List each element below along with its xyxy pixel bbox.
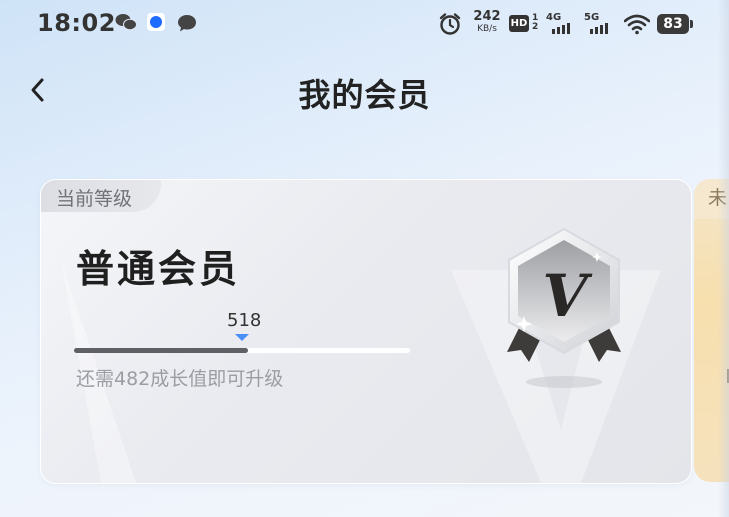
signal-4g-icon: 4G	[546, 12, 580, 36]
sim-slot-label: 12	[532, 13, 539, 32]
growth-progress-bar	[74, 348, 410, 353]
level-name: 普通会员	[76, 247, 241, 291]
edge-shade	[718, 0, 729, 517]
chat-icon	[178, 15, 196, 32]
network-speed: 242 KB/s	[470, 9, 504, 35]
network-speed-unit: KB/s	[477, 24, 497, 34]
wechat-icon	[115, 14, 137, 31]
growth-progress-fill	[74, 348, 249, 353]
status-time: 18:02	[37, 9, 116, 37]
hd-icon: HD 12	[509, 13, 541, 35]
current-level-card[interactable]: 当前等级 普通会员 518 还需482成长值即可升级 V	[40, 179, 692, 484]
app-icon	[147, 13, 165, 31]
wifi-icon	[624, 14, 650, 35]
level-tab-label: 当前等级	[56, 188, 133, 210]
member-badge-icon: V	[507, 227, 621, 388]
signal-4g-label: 4G	[546, 12, 562, 23]
status-bar: 18:02 242 KB/s HD 12 4G 5G 83	[0, 0, 729, 50]
progress-pointer-icon	[235, 334, 249, 341]
signal-5g-icon: 5G	[584, 12, 618, 36]
network-speed-value: 242	[473, 9, 501, 24]
signal-5g-label: 5G	[584, 12, 600, 23]
page-title: 我的会员	[298, 76, 431, 114]
alarm-icon	[439, 13, 461, 35]
growth-value: 518	[227, 310, 262, 331]
upgrade-hint: 还需482成长值即可升级	[76, 368, 284, 390]
hd-label: HD	[509, 15, 529, 32]
badge-letter: V	[542, 262, 592, 330]
battery-icon: 83	[657, 14, 693, 34]
